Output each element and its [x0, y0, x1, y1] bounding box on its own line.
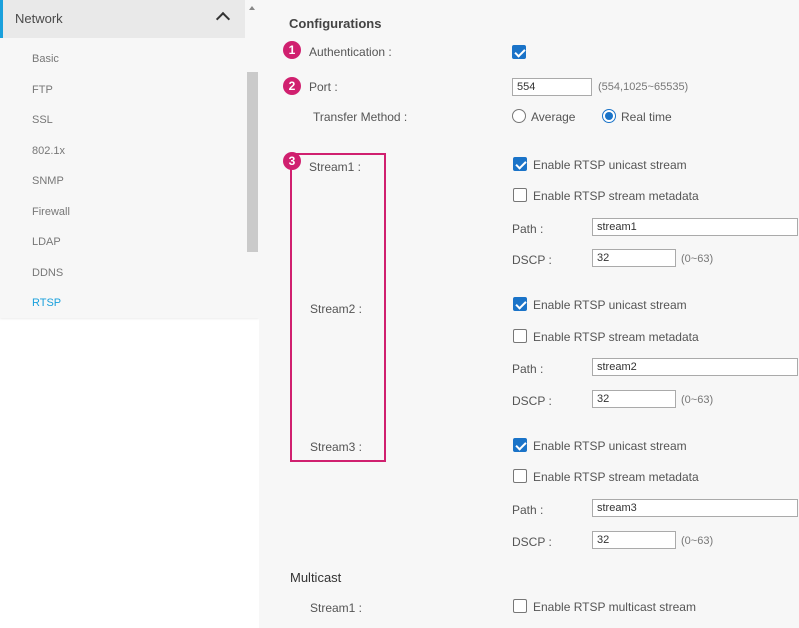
annotation-badge-3: 3: [283, 152, 301, 170]
stream3-dscp-input[interactable]: [592, 531, 676, 549]
sidebar-item-ftp[interactable]: FTP: [32, 84, 53, 96]
sidebar-item-snmp[interactable]: SNMP: [32, 175, 64, 187]
sidebar: Network Basic FTP SSL 802.1x SNMP Firewa…: [0, 0, 259, 318]
transfer-method-label: Transfer Method :: [313, 110, 408, 124]
stream1-unicast-checkbox[interactable]: [513, 157, 527, 171]
stream1-metadata-checkbox[interactable]: [513, 188, 527, 202]
stream2-metadata-checkbox[interactable]: [513, 329, 527, 343]
stream3-unicast-checkbox[interactable]: [513, 438, 527, 452]
stream2-metadata-label: Enable RTSP stream metadata: [533, 330, 699, 344]
scroll-up-arrow-icon[interactable]: [249, 6, 255, 10]
stream3-metadata-label: Enable RTSP stream metadata: [533, 470, 699, 484]
sidebar-item-ldap[interactable]: LDAP: [32, 236, 61, 248]
stream3-path-label: Path :: [512, 503, 544, 517]
transfer-realtime-label: Real time: [621, 110, 672, 124]
stream2-unicast-checkbox[interactable]: [513, 297, 527, 311]
sidebar-item-8021x[interactable]: 802.1x: [32, 145, 65, 157]
stream2-path-label: Path :: [512, 362, 544, 376]
port-input[interactable]: [512, 78, 592, 96]
stream3-unicast-label: Enable RTSP unicast stream: [533, 439, 687, 453]
stream1-path-label: Path :: [512, 222, 544, 236]
stream1-metadata-label: Enable RTSP stream metadata: [533, 189, 699, 203]
authentication-checkbox[interactable]: [512, 45, 526, 59]
stream3-dscp-label: DSCP :: [512, 535, 552, 549]
stream1-unicast-label: Enable RTSP unicast stream: [533, 158, 687, 172]
stream1-dscp-input[interactable]: [592, 249, 676, 267]
sidebar-scrollbar[interactable]: [247, 72, 258, 252]
port-label: Port :: [309, 80, 338, 94]
sidebar-item-firewall[interactable]: Firewall: [32, 206, 70, 218]
stream3-label: Stream3 :: [310, 440, 363, 454]
stream2-label: Stream2 :: [310, 302, 363, 316]
stream1-path-input[interactable]: [592, 218, 798, 236]
stream2-dscp-hint: (0~63): [681, 394, 714, 406]
transfer-realtime-radio[interactable]: [602, 109, 616, 123]
sidebar-item-ddns[interactable]: DDNS: [32, 267, 63, 279]
chevron-up-icon[interactable]: [215, 11, 231, 27]
multicast-stream1-option-label: Enable RTSP multicast stream: [533, 600, 696, 614]
transfer-average-label: Average: [531, 110, 576, 124]
sidebar-item-rtsp[interactable]: RTSP: [32, 297, 61, 309]
sidebar-item-ssl[interactable]: SSL: [32, 114, 53, 126]
annotation-badge-2: 2: [283, 77, 301, 95]
stream3-path-input[interactable]: [592, 499, 798, 517]
stream2-unicast-label: Enable RTSP unicast stream: [533, 298, 687, 312]
stream1-dscp-hint: (0~63): [681, 253, 714, 265]
stream1-label: Stream1 :: [309, 160, 362, 174]
sidebar-item-basic[interactable]: Basic: [32, 53, 59, 65]
authentication-label: Authentication :: [309, 45, 392, 59]
multicast-title: Multicast: [290, 570, 342, 585]
multicast-stream1-checkbox[interactable]: [513, 599, 527, 613]
multicast-stream1-label: Stream1 :: [310, 601, 363, 615]
sidebar-header-title: Network: [15, 11, 63, 26]
port-hint: (554,1025~65535): [598, 81, 689, 93]
sidebar-header-network[interactable]: Network: [0, 0, 245, 38]
stream2-dscp-label: DSCP :: [512, 394, 552, 408]
stream2-path-input[interactable]: [592, 358, 798, 376]
stream3-metadata-checkbox[interactable]: [513, 469, 527, 483]
stream2-dscp-input[interactable]: [592, 390, 676, 408]
transfer-average-radio[interactable]: [512, 109, 526, 123]
configurations-title: Configurations: [289, 16, 382, 31]
stream1-dscp-label: DSCP :: [512, 253, 552, 267]
stream3-dscp-hint: (0~63): [681, 535, 714, 547]
annotation-badge-1: 1: [283, 41, 301, 59]
